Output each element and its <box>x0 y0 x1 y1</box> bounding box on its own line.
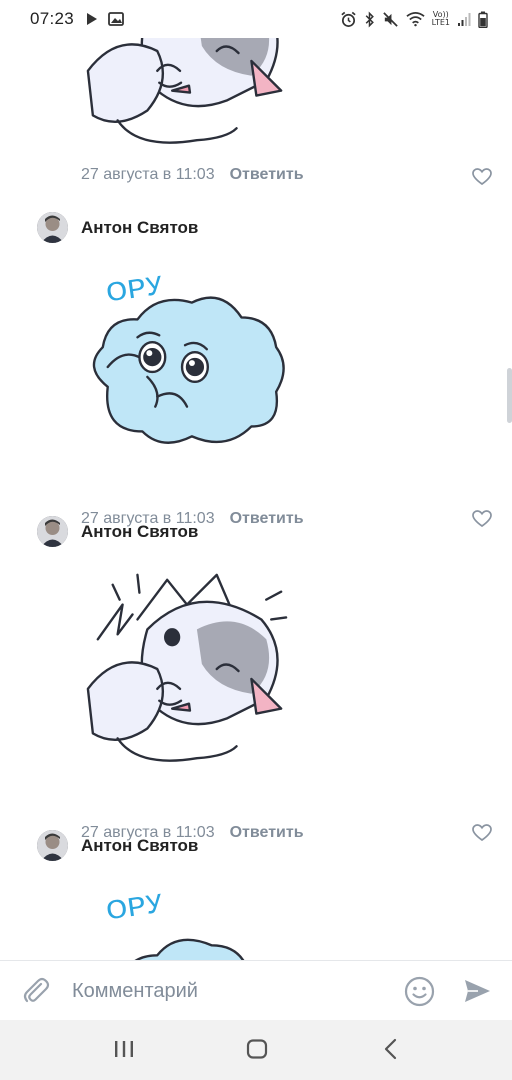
cloud-ory-sticker[interactable]: ОРУ <box>78 258 296 476</box>
alarm-icon <box>340 11 357 28</box>
cat-facepalm-sticker[interactable] <box>78 38 296 160</box>
comment-date: 27 августа в 11:03 <box>81 166 215 183</box>
avatar[interactable] <box>37 830 68 861</box>
heart-icon[interactable] <box>472 510 492 528</box>
avatar[interactable] <box>37 212 68 243</box>
volte-label-bottom: LTE1 <box>431 18 450 27</box>
scrollbar-thumb[interactable] <box>507 368 512 423</box>
battery-icon <box>478 11 488 28</box>
send-icon[interactable] <box>463 978 491 1004</box>
cloud-ory-sticker[interactable]: ОРУ <box>78 876 296 960</box>
bluetooth-icon <box>364 11 375 28</box>
system-nav-bar <box>0 1020 512 1080</box>
author-name[interactable]: Антон Святов <box>81 522 198 542</box>
recent-apps-icon[interactable] <box>113 1038 135 1060</box>
author-name[interactable]: Антон Святов <box>81 218 198 238</box>
heart-icon[interactable] <box>472 168 492 186</box>
reply-button[interactable]: Ответить <box>230 824 304 842</box>
play-icon <box>86 12 98 26</box>
status-bar: 07:23 Vo)) LTE1 <box>0 0 512 38</box>
smile-icon[interactable] <box>404 976 435 1007</box>
sticker-text: ОРУ <box>104 269 165 308</box>
signal-icon <box>457 12 471 27</box>
home-icon[interactable] <box>246 1038 268 1060</box>
reply-button[interactable]: Ответить <box>230 166 304 184</box>
sticker-text: ОРУ <box>104 887 165 926</box>
cat-facepalm-sticker[interactable] <box>78 560 296 778</box>
heart-icon[interactable] <box>472 824 492 842</box>
reply-button[interactable]: Ответить <box>230 510 304 528</box>
mute-icon <box>382 11 399 28</box>
status-time: 07:23 <box>30 9 75 28</box>
comments-feed[interactable]: 27 августа в 11:03 Ответить Антон Святов… <box>0 38 512 960</box>
paperclip-icon[interactable] <box>22 976 50 1006</box>
comment-input[interactable] <box>72 977 382 1005</box>
volte-icon: Vo)) LTE1 <box>432 11 450 27</box>
back-icon[interactable] <box>381 1038 401 1060</box>
avatar[interactable] <box>37 516 68 547</box>
comment-composer <box>0 960 512 1020</box>
wifi-icon <box>406 11 425 27</box>
author-name[interactable]: Антон Святов <box>81 836 198 856</box>
image-icon <box>108 12 124 26</box>
